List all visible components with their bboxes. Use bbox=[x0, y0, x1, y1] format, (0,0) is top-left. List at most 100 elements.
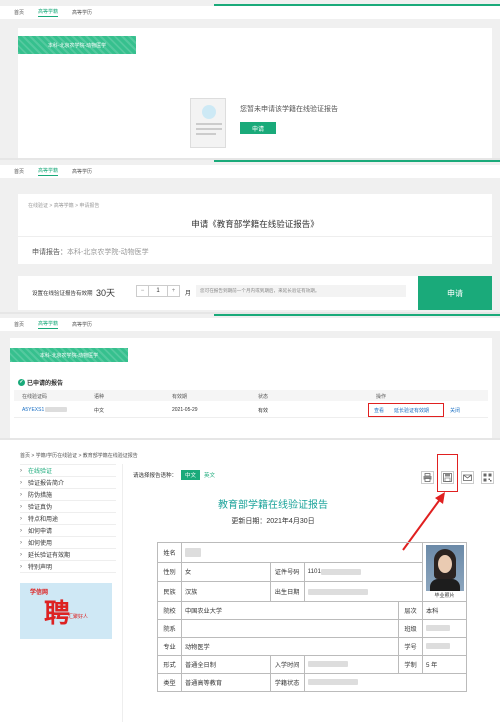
section-title: ✓ 已申请的报告 bbox=[18, 378, 63, 387]
sidebar-item-online-verify[interactable]: › 在线验证 bbox=[20, 465, 116, 477]
label-form: 形式 bbox=[157, 655, 182, 674]
nav-home[interactable]: 首页 bbox=[14, 321, 24, 328]
program-badge: 本科-北京农学院-动物医学 bbox=[18, 36, 136, 54]
col-actions: 操作 bbox=[376, 394, 387, 400]
panel-apply-form: 首页 高等学籍 高等学历 在线验证 > 高等学籍 > 申请报告 申请《教育部学籍… bbox=[0, 160, 500, 312]
verify-code[interactable]: A5YEXS1 bbox=[22, 407, 68, 413]
extend-validity-link[interactable]: 延长验证有效期 bbox=[394, 407, 429, 414]
table-header: 在线验证码 语种 有效期 状态 操作 bbox=[14, 390, 488, 401]
value-status bbox=[303, 673, 468, 692]
value-duration: 5 年 bbox=[422, 655, 467, 674]
qrcode-icon[interactable] bbox=[481, 471, 494, 484]
print-icon[interactable] bbox=[421, 471, 434, 484]
student-photo bbox=[425, 545, 464, 591]
sidebar-item-extend-validity[interactable]: › 延长验证有效期 bbox=[20, 549, 116, 561]
validity-label: 设置在线验证报告有效期 bbox=[32, 291, 93, 297]
document-illustration bbox=[190, 98, 226, 148]
report-info: 申请报告：本科-北京农学院-动物医学 bbox=[32, 247, 149, 257]
top-nav: 首页 高等学籍 高等学历 bbox=[0, 6, 500, 19]
validity-hint: 您可在报告到期前一个月内或到期后，来延长验证有效期。 bbox=[196, 285, 406, 297]
update-date: 更新日期：2021年4月30日 bbox=[231, 518, 315, 525]
label-major: 专业 bbox=[157, 637, 182, 656]
col-status: 状态 bbox=[258, 394, 269, 400]
nav-xueji[interactable]: 高等学籍 bbox=[38, 320, 59, 329]
label-type: 类型 bbox=[157, 673, 182, 692]
sidebar-item-verify-authenticity[interactable]: › 验证真伪 bbox=[20, 501, 116, 513]
apply-button[interactable]: 申请 bbox=[240, 122, 276, 134]
nav-home[interactable]: 首页 bbox=[14, 9, 24, 16]
value-level: 本科 bbox=[422, 601, 467, 620]
value-form: 普通全日制 bbox=[181, 655, 271, 674]
list-card: 本科-北京农学院-动物医学 ✓ 已申请的报告 在线验证码 语种 有效期 状态 操… bbox=[10, 338, 492, 438]
nav-home[interactable]: 首页 bbox=[14, 168, 24, 175]
nav-xueli[interactable]: 高等学历 bbox=[72, 168, 92, 175]
sidebar-item-statement[interactable]: › 特别声明 bbox=[20, 561, 116, 573]
sidebar-item-anti-fake[interactable]: › 防伪措施 bbox=[20, 489, 116, 501]
photo-cell: 毕业照片 bbox=[422, 542, 467, 602]
nav-xueli[interactable]: 高等学历 bbox=[72, 321, 92, 328]
value-student-no bbox=[422, 637, 467, 656]
sidebar-item-features[interactable]: › 特点和用途 bbox=[20, 513, 116, 525]
lang-label: 请选择报告语种： bbox=[133, 473, 178, 479]
stepper-plus-button[interactable]: + bbox=[167, 286, 179, 296]
nav-xueji[interactable]: 高等学籍 bbox=[38, 8, 59, 17]
email-icon[interactable] bbox=[461, 471, 474, 484]
value-id-number: 1101 bbox=[303, 561, 424, 583]
nav-xueli[interactable]: 高等学历 bbox=[72, 9, 92, 16]
row-status: 有效 bbox=[258, 408, 269, 414]
top-nav: 首页 高等学籍 高等学历 bbox=[0, 318, 500, 331]
breadcrumb: 在线验证 > 高等学籍 > 申请报告 bbox=[28, 203, 100, 209]
label-status: 学籍状态 bbox=[269, 673, 305, 692]
panel-report-view: 首页 > 学籍/学历在线验证 > 教育部学籍在线验证报告 › 在线验证 › 验证报告… bbox=[0, 440, 500, 722]
label-birth: 出生日期 bbox=[269, 581, 305, 602]
chevron-right-icon: › bbox=[20, 467, 22, 474]
panel-not-applied: 首页 高等学籍 高等学历 本科-北京农学院-动物医学 您暂未申请该学籍在线验证报… bbox=[0, 0, 500, 158]
label-ethnic: 民族 bbox=[157, 581, 182, 602]
report-label: 申请报告： bbox=[32, 249, 67, 256]
sidebar-item-how-use[interactable]: › 如何使用 bbox=[20, 537, 116, 549]
form-card: 在线验证 > 高等学籍 > 申请报告 申请《教育部学籍在线验证报告》 申请报告：… bbox=[18, 194, 492, 264]
student-info-table: 姓名 毕业照片 性别 女 证件号码 1101 民族 汉族 出生日期 院校 中国农… bbox=[157, 542, 468, 692]
value-type: 普通高等教育 bbox=[181, 673, 271, 692]
lang-cn-button[interactable]: 中文 bbox=[181, 470, 201, 480]
stepper-value[interactable]: 1 bbox=[149, 286, 167, 296]
sidebar-item-how-apply[interactable]: › 如何申请 bbox=[20, 525, 116, 537]
row-expiry: 2021-05-29 bbox=[172, 407, 198, 413]
nav-xueji[interactable]: 高等学籍 bbox=[38, 167, 59, 176]
label-dept: 院系 bbox=[157, 619, 182, 638]
chevron-right-icon: › bbox=[20, 503, 22, 510]
ad-sub-text: 汇聚好人 bbox=[68, 614, 89, 620]
label-student-no: 学号 bbox=[398, 637, 423, 656]
value-school: 中国农业大学 bbox=[181, 601, 399, 620]
sidebar: › 在线验证 › 验证报告简介 › 防伪措施 › 验证真伪 › 特点和用途 › 如何申请 ›… bbox=[20, 464, 116, 639]
validity-card: 设置在线验证报告有效期 30天 − 1 + 月 您可在报告到期前一个月内或到期后… bbox=[18, 276, 492, 310]
value-major: 动物医学 bbox=[181, 637, 399, 656]
ad-banner[interactable]: 学信网 聘 汇聚好人 bbox=[20, 583, 112, 639]
close-link[interactable]: 关闭 bbox=[450, 407, 460, 414]
sidebar-item-report-intro[interactable]: › 验证报告简介 bbox=[20, 477, 116, 489]
view-link[interactable]: 查看 bbox=[374, 407, 384, 414]
label-duration: 学制 bbox=[398, 655, 423, 674]
value-ethnic: 汉族 bbox=[181, 581, 271, 602]
nav-underline bbox=[214, 314, 500, 316]
col-lang: 语种 bbox=[94, 394, 105, 400]
chevron-right-icon: › bbox=[20, 491, 22, 498]
value-birth bbox=[303, 581, 424, 602]
check-circle-icon: ✓ bbox=[18, 379, 25, 386]
nav-underline bbox=[214, 4, 500, 6]
col-code: 在线验证码 bbox=[22, 394, 48, 400]
chevron-right-icon: › bbox=[20, 539, 22, 546]
nav-underline bbox=[214, 160, 500, 162]
stepper-minus-button[interactable]: − bbox=[137, 286, 149, 296]
chevron-right-icon: › bbox=[20, 563, 22, 570]
top-nav: 首页 高等学籍 高等学历 bbox=[0, 165, 500, 178]
lang-en-button[interactable]: 英文 bbox=[204, 471, 215, 479]
label-school: 院校 bbox=[157, 601, 182, 620]
section-title-text: 已申请的报告 bbox=[27, 381, 64, 387]
program-badge-text: 本科-北京农学院-动物医学 bbox=[39, 352, 99, 359]
validity-stepper[interactable]: − 1 + bbox=[136, 285, 180, 297]
apply-submit-button[interactable]: 申请 bbox=[418, 276, 492, 310]
report-area: 请选择报告语种： 中文 英文 教育部学籍在线验证报告 更新日期：2021年4月3… bbox=[122, 454, 500, 722]
value-class bbox=[422, 619, 467, 638]
row-lang: 中文 bbox=[94, 408, 105, 414]
